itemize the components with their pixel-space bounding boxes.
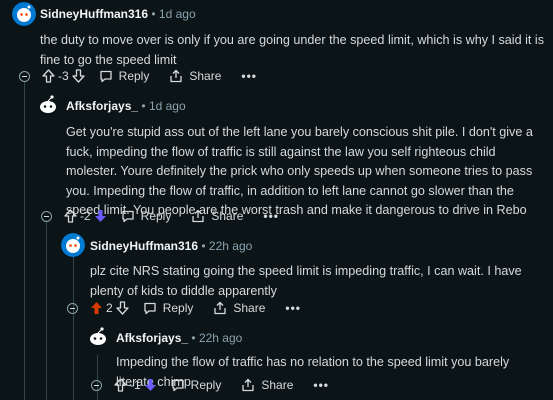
collapse-minus-icon[interactable] (41, 210, 52, 222)
timestamp[interactable]: 22h ago (209, 239, 252, 253)
reply-label: Reply (140, 209, 172, 223)
thread-line (24, 82, 25, 400)
snoo-avatar-icon (36, 93, 60, 117)
separator-dot: • (151, 7, 156, 21)
comment-actions: -3 Reply Share ••• (19, 66, 257, 86)
share-icon (242, 378, 255, 392)
collapse-minus-icon[interactable] (67, 302, 78, 314)
share-button[interactable]: Share (241, 378, 293, 392)
share-label: Share (189, 69, 222, 83)
snoo-avatar-icon (12, 2, 36, 26)
reply-label: Reply (118, 69, 150, 83)
arrow-up-icon[interactable] (64, 209, 77, 223)
arrow-down-icon[interactable] (72, 69, 85, 83)
share-button[interactable]: Share (213, 301, 265, 315)
more-options-button[interactable]: ••• (313, 378, 329, 392)
separator-dot: • (191, 331, 196, 345)
speech-bubble-icon (144, 302, 156, 315)
comment-actions: -1 Reply Share ••• (91, 375, 329, 395)
avatar[interactable] (86, 325, 110, 349)
more-options-button[interactable]: ••• (263, 209, 279, 223)
arrow-up-icon[interactable] (114, 378, 127, 392)
vote-score: -2 (80, 209, 91, 223)
arrow-down-icon[interactable] (144, 378, 157, 392)
separator-dot: • (141, 99, 146, 113)
snoo-avatar-icon (86, 325, 110, 349)
more-options-button[interactable]: ••• (285, 301, 301, 315)
comment-meta: SidneyHuffman316 • 22h ago (90, 239, 252, 253)
author-name[interactable]: SidneyHuffman316 (40, 7, 148, 21)
speech-bubble-icon (100, 70, 112, 83)
reply-button[interactable]: Reply (121, 209, 172, 223)
comment-body: plz cite NRS stating going the speed lim… (90, 264, 522, 298)
separator-dot: • (201, 239, 206, 253)
arrow-down-icon[interactable] (116, 301, 129, 315)
share-button[interactable]: Share (169, 69, 221, 83)
author-name[interactable]: Afksforjays_ (66, 99, 138, 113)
thread-line (73, 254, 74, 400)
share-icon (170, 69, 183, 83)
comment-meta: Afksforjays_ • 22h ago (116, 331, 242, 345)
collapse-minus-icon[interactable] (91, 379, 102, 391)
arrow-up-icon[interactable] (90, 301, 103, 315)
share-button[interactable]: Share (191, 209, 243, 223)
timestamp[interactable]: 22h ago (199, 331, 242, 345)
vote-controls: -1 (114, 378, 157, 392)
author-name[interactable]: SidneyHuffman316 (90, 239, 198, 253)
arrow-up-icon[interactable] (42, 69, 55, 83)
avatar[interactable] (61, 233, 85, 257)
author-name[interactable]: Afksforjays_ (116, 331, 188, 345)
comment-actions: -2 Reply Share ••• (41, 206, 279, 226)
reply-button[interactable]: Reply (143, 301, 194, 315)
vote-score: 2 (106, 301, 113, 315)
timestamp[interactable]: 1d ago (149, 99, 186, 113)
comment-actions: 2 Reply Share ••• (67, 298, 301, 318)
avatar[interactable] (36, 93, 60, 117)
share-label: Share (261, 378, 294, 392)
timestamp[interactable]: 1d ago (159, 7, 196, 21)
reply-label: Reply (162, 301, 194, 315)
more-options-button[interactable]: ••• (241, 69, 257, 83)
vote-controls: 2 (90, 301, 129, 315)
reply-label: Reply (190, 378, 222, 392)
share-label: Share (211, 209, 244, 223)
avatar[interactable] (12, 2, 36, 26)
thread-line (46, 220, 47, 400)
arrow-down-icon[interactable] (94, 209, 107, 223)
reply-button[interactable]: Reply (171, 378, 222, 392)
share-label: Share (233, 301, 266, 315)
vote-controls: -3 (42, 69, 85, 83)
share-icon (192, 209, 205, 223)
vote-score: -1 (130, 378, 141, 392)
comment-meta: Afksforjays_ • 1d ago (66, 99, 186, 113)
collapse-minus-icon[interactable] (19, 70, 30, 82)
vote-score: -3 (58, 69, 69, 83)
snoo-avatar-icon (61, 233, 85, 257)
reply-button[interactable]: Reply (99, 69, 150, 83)
comment-body: the duty to move over is only if you are… (40, 33, 544, 67)
vote-controls: -2 (64, 209, 107, 223)
comment-meta: SidneyHuffman316 • 1d ago (40, 7, 196, 21)
share-icon (214, 301, 227, 315)
speech-bubble-icon (122, 210, 134, 223)
speech-bubble-icon (172, 379, 184, 392)
